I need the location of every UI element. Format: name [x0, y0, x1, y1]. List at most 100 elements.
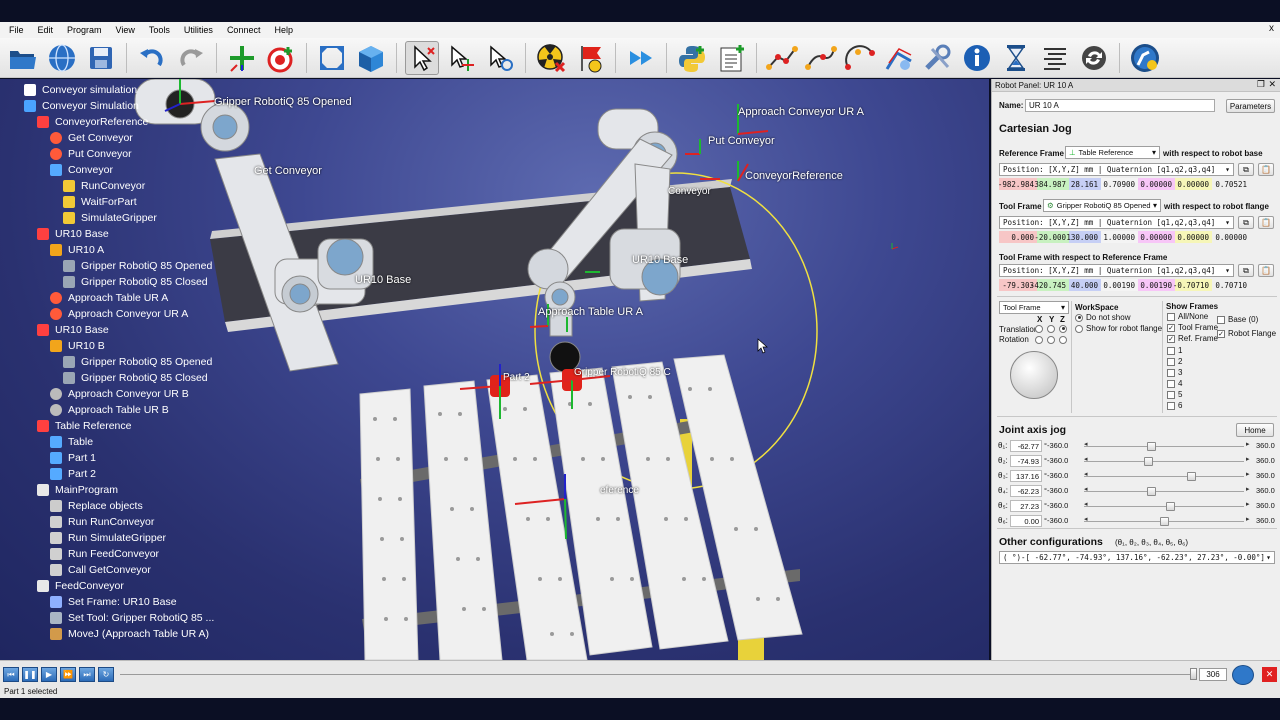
translate-z-radio[interactable] [1059, 324, 1070, 333]
pose-value-cell[interactable]: -0.70710 [1173, 279, 1212, 291]
stop-icon[interactable]: ✕ [1262, 667, 1277, 682]
translate-y-radio[interactable] [1047, 324, 1058, 333]
pose-value-cell[interactable]: 0.00000 [1212, 231, 1250, 243]
tree-item[interactable]: Gripper RobotiQ 85 Opened [63, 354, 212, 370]
hourglass-icon[interactable] [999, 41, 1033, 75]
joint-slider-track[interactable] [1084, 491, 1244, 492]
tree-item[interactable]: Table [50, 434, 93, 450]
tree-item[interactable]: UR10 B [50, 338, 105, 354]
tree-item[interactable]: Conveyor [50, 162, 113, 178]
joint-slider-thumb[interactable] [1147, 487, 1157, 496]
show-base-checkbox[interactable]: Base (0) [1217, 315, 1258, 324]
label-conveyor-reference[interactable]: ConveyorReference [745, 170, 843, 182]
pose-value-cell[interactable]: 0.70710 [1212, 279, 1250, 291]
tree-item[interactable]: Approach Table UR A [50, 290, 168, 306]
jog-frame-select[interactable]: Tool Frame [999, 301, 1069, 314]
tree-item[interactable]: Part 2 [50, 466, 96, 482]
paste-icon[interactable]: 📋 [1258, 216, 1274, 229]
menu-view[interactable]: View [109, 25, 142, 35]
open-folder-icon[interactable] [6, 41, 40, 75]
play-icon[interactable]: ▶ [41, 667, 57, 682]
menu-tools[interactable]: Tools [142, 25, 177, 35]
menu-help[interactable]: Help [267, 25, 300, 35]
pose-value-cell[interactable]: -420.745 [1030, 279, 1069, 291]
teach-target-icon[interactable] [264, 41, 298, 75]
python-icon[interactable] [675, 41, 709, 75]
path-icon-2[interactable] [804, 41, 838, 75]
robot-connect-icon[interactable] [1128, 41, 1162, 75]
menu-connect[interactable]: Connect [220, 25, 268, 35]
tree-item[interactable]: UR10 A [50, 242, 104, 258]
label-approach-conveyor[interactable]: Approach Conveyor UR A [738, 106, 864, 118]
tree-item[interactable]: Call GetConveyor [50, 562, 151, 578]
jog-dial[interactable] [1010, 351, 1058, 399]
slider-right-arrow-icon[interactable]: ▸ [1246, 500, 1250, 508]
tools-icon[interactable] [921, 41, 955, 75]
translate-x-radio[interactable] [1035, 324, 1046, 333]
slider-right-arrow-icon[interactable]: ▸ [1246, 440, 1250, 448]
slider-right-arrow-icon[interactable]: ▸ [1246, 455, 1250, 463]
select-icon[interactable] [405, 40, 439, 75]
joint-slider-thumb[interactable] [1166, 502, 1176, 511]
tool-frame-select[interactable]: ⚙ Gripper RobotiQ 85 Opened [1043, 199, 1161, 212]
redo-icon[interactable] [174, 41, 208, 75]
copy-icon[interactable]: ⧉ [1238, 163, 1254, 176]
pose-value-cell[interactable]: 0.00000 [1138, 178, 1175, 190]
tree-item[interactable]: WaitForPart [63, 194, 137, 210]
pause-icon[interactable]: ❚❚ [22, 667, 38, 682]
joint-slider-thumb[interactable] [1147, 442, 1157, 451]
joint-value-field[interactable]: 0.00 [1010, 515, 1042, 527]
tree-item[interactable]: Replace objects [50, 498, 143, 514]
show-frames-all-none-checkbox[interactable]: All/None [1167, 312, 1208, 321]
reference-position-format-select[interactable]: Position: [X,Y,Z] mm | Quaternion [q1,q2… [999, 163, 1234, 176]
pose-value-cell[interactable]: 0.00190 [1101, 279, 1138, 291]
skip-back-icon[interactable]: ⏮ [3, 667, 19, 682]
tree-item[interactable]: RunConveyor [63, 178, 145, 194]
joint-slider-thumb[interactable] [1187, 472, 1197, 481]
show-frame-6-checkbox[interactable]: 6 [1167, 401, 1182, 410]
slider-right-arrow-icon[interactable]: ▸ [1246, 485, 1250, 493]
show-frame-4-checkbox[interactable]: 4 [1167, 379, 1182, 388]
window-close-button[interactable]: x [1269, 23, 1274, 34]
label-gripper-closed[interactable]: Gripper RobotiQ 85 C [574, 367, 671, 378]
joint-slider-thumb[interactable] [1160, 517, 1169, 526]
tree-item[interactable]: Run RunConveyor [50, 514, 154, 530]
tree-item[interactable]: Approach Conveyor UR B [50, 386, 189, 402]
show-frame-2-checkbox[interactable]: 2 [1167, 357, 1182, 366]
pose-value-cell[interactable]: 130.000 [1066, 231, 1101, 243]
timeline-thumb[interactable] [1190, 668, 1197, 680]
label-ur10-base-left[interactable]: UR10 Base [355, 274, 411, 286]
rotate-z-radio[interactable] [1059, 335, 1070, 344]
copy-icon[interactable]: ⧉ [1238, 264, 1254, 277]
show-frame-1-checkbox[interactable]: 1 [1167, 346, 1182, 355]
rotate-x-radio[interactable] [1035, 335, 1046, 344]
timeline-track[interactable] [120, 674, 1190, 675]
pose-value-cell[interactable]: 0.70521 [1212, 178, 1250, 190]
collision-icon[interactable] [534, 41, 568, 75]
pose-value-cell[interactable]: 1.00000 [1101, 231, 1138, 243]
show-tool-frame-checkbox[interactable]: ✓ Tool Frame [1167, 323, 1218, 332]
rotate-y-radio[interactable] [1047, 335, 1058, 344]
tree-item[interactable]: Part 1 [50, 450, 96, 466]
sync-icon[interactable] [1077, 41, 1111, 75]
pose-value-cell[interactable]: 384.987 [1034, 178, 1069, 190]
tree-item[interactable]: UR10 Base [37, 322, 109, 338]
tree-item[interactable]: Table Reference [37, 418, 131, 434]
tree-item[interactable]: MoveJ (Approach Table UR A) [50, 626, 209, 642]
paste-icon[interactable]: 📋 [1258, 264, 1274, 277]
tree-item[interactable]: ConveyorReference [37, 114, 148, 130]
label-table-reference[interactable]: eference [600, 485, 639, 496]
tree-item[interactable]: SimulateGripper [63, 210, 157, 226]
tree-item[interactable]: Gripper RobotiQ 85 Closed [63, 274, 208, 290]
joint-value-field[interactable]: 137.16 [1010, 470, 1042, 482]
joint-slider-track[interactable] [1084, 476, 1244, 477]
tree-item[interactable]: Run SimulateGripper [50, 530, 166, 546]
list-icon[interactable] [1038, 41, 1072, 75]
pose-value-cell[interactable]: 0.70900 [1101, 178, 1138, 190]
show-frame-5-checkbox[interactable]: 5 [1167, 390, 1182, 399]
joint-value-field[interactable]: -62.23 [1010, 485, 1042, 497]
menu-program[interactable]: Program [60, 25, 109, 35]
globe-icon[interactable] [45, 41, 79, 75]
tree-item[interactable]: Approach Conveyor UR A [50, 306, 188, 322]
slider-right-arrow-icon[interactable]: ▸ [1246, 470, 1250, 478]
